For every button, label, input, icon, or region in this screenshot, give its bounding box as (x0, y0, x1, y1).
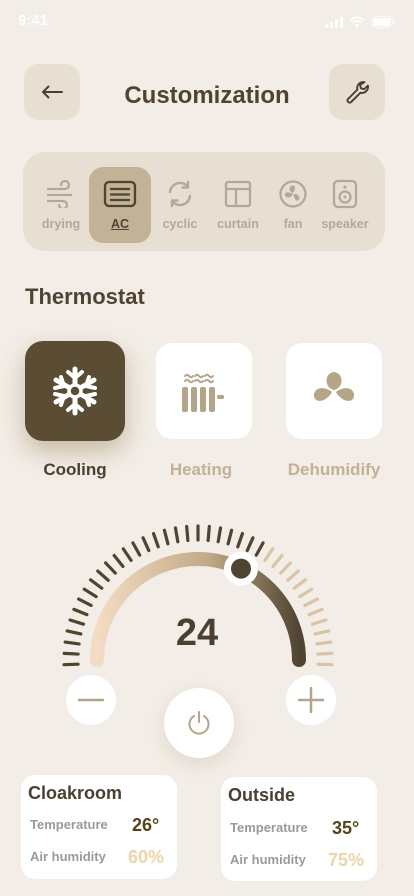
dial-tick (298, 587, 314, 599)
mode-label: drying (41, 217, 81, 231)
mode-label: cyclic (162, 217, 198, 231)
curtain-icon (224, 180, 252, 208)
room-name: Cloakroom (28, 783, 123, 803)
temperature-dial[interactable] (0, 500, 414, 690)
speaker-icon (332, 179, 358, 209)
dehumidify-label: Dehumidify (287, 460, 381, 479)
humidity-label: Air humidity (30, 849, 106, 864)
cooling-label: Cooling (43, 460, 107, 479)
refresh-icon (168, 180, 192, 208)
mode-ac[interactable]: AC (89, 167, 151, 243)
wind-icon (46, 180, 73, 208)
humidity-reading: 75% (328, 850, 365, 870)
dial-tick (77, 597, 93, 608)
settings-button[interactable] (329, 64, 385, 120)
dial-tick (131, 541, 142, 557)
room-card-cloakroom[interactable]: Cloakroom Temperature 26° Air humidity 6… (21, 775, 177, 879)
fan-icon (279, 180, 307, 208)
dial-tick (226, 528, 234, 546)
radiator-icon (182, 373, 224, 412)
dial-tick (286, 569, 300, 582)
dial-knob[interactable] (224, 551, 259, 586)
ac-unit-icon (103, 180, 137, 208)
mode-label: curtain (217, 217, 259, 231)
mode-label: AC (110, 217, 130, 231)
signal-icon (325, 16, 343, 28)
plus-icon (298, 687, 324, 713)
humidity-label: Air humidity (230, 852, 306, 867)
wrench-icon (346, 81, 369, 104)
mode-label: speaker (321, 217, 369, 231)
device-mode-bar: drying AC cyclic curtain fan speaker (23, 152, 385, 251)
dial-tick (245, 536, 255, 553)
dial-tick (104, 561, 117, 575)
heating-option[interactable] (156, 343, 252, 439)
dial-tick (173, 526, 180, 544)
dial-tick (263, 547, 275, 562)
dial-tick (112, 553, 125, 568)
dehumidify-option[interactable] (286, 343, 382, 439)
dial-tick (121, 547, 133, 562)
dial-tick (254, 541, 265, 557)
dial-tick (141, 536, 151, 553)
dial-tick (162, 528, 170, 546)
power-button[interactable] (164, 688, 234, 758)
dial-tick (82, 587, 98, 599)
dial-tick (151, 531, 160, 549)
decrease-button[interactable] (66, 675, 116, 725)
temperature-reading: 26° (132, 815, 160, 835)
room-card-outside[interactable]: Outside Temperature 35° Air humidity 75% (221, 777, 377, 881)
heating-label: Heating (169, 460, 233, 479)
dial-tick (96, 569, 110, 582)
mode-speaker[interactable]: speaker (314, 167, 376, 243)
dial-tick (89, 578, 104, 590)
increase-button[interactable] (286, 675, 336, 725)
temperature-value: 24 (175, 612, 219, 654)
mode-drying[interactable]: drying (30, 167, 92, 243)
dial-tick (206, 524, 211, 543)
battery-icon (371, 16, 396, 28)
mode-cyclic[interactable]: cyclic (149, 167, 211, 243)
dial-tick (216, 526, 223, 544)
temperature-label: Temperature (230, 820, 308, 835)
dehumidify-icon (313, 372, 355, 401)
status-icons (325, 16, 396, 28)
temperature-label: Temperature (30, 817, 108, 832)
minus-icon (78, 698, 104, 702)
cooling-option[interactable] (25, 341, 125, 441)
dial-tick (271, 553, 284, 568)
wifi-icon (349, 16, 365, 28)
status-bar: 9:41 (0, 0, 414, 44)
status-time: 9:41 (18, 12, 49, 29)
power-icon (188, 711, 210, 735)
dial-tick (292, 578, 307, 590)
dial-tick (185, 524, 190, 543)
mode-label: fan (283, 217, 303, 231)
dial-tick (303, 597, 319, 608)
dial-tick (279, 561, 292, 575)
dial-tick (236, 531, 245, 549)
section-title: Thermostat (25, 284, 145, 309)
room-name: Outside (228, 785, 296, 805)
temperature-reading: 35° (332, 818, 360, 838)
snowflake-icon (53, 366, 97, 416)
humidity-reading: 60% (128, 847, 165, 867)
mode-curtain[interactable]: curtain (207, 167, 269, 243)
